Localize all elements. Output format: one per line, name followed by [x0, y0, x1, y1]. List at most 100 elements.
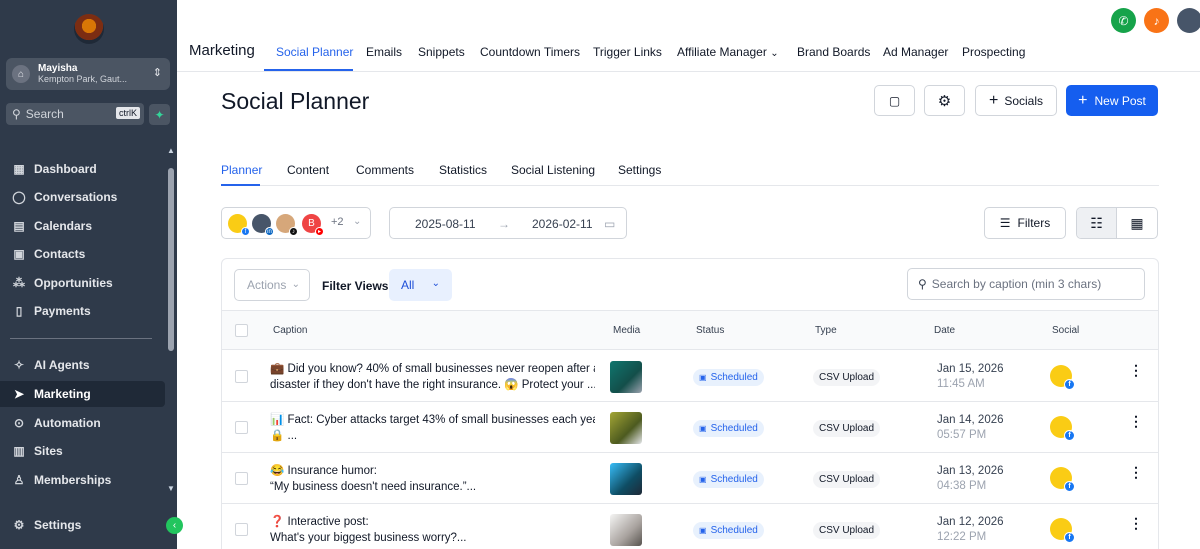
arrow-right-icon: → — [498, 217, 510, 231]
tab-snippets[interactable]: Snippets — [418, 45, 465, 59]
sidebar-item-dashboard[interactable]: ▦ Dashboard — [0, 156, 165, 182]
tab-countdown-timers[interactable]: Countdown Timers — [480, 45, 580, 59]
automation-icon: ⊙ — [13, 416, 25, 430]
sidebar-item-label: Automation — [34, 416, 101, 430]
subtab-statistics[interactable]: Statistics — [439, 163, 487, 177]
post-date: Jan 12, 2026 12:22 PM — [937, 515, 1004, 545]
payments-icon: ▯ — [15, 304, 23, 318]
caption-search-input[interactable]: ⚲ Search by caption (min 3 chars) — [907, 268, 1145, 300]
new-post-button[interactable]: + New Post — [1066, 85, 1158, 116]
sidebar-item-label: Conversations — [34, 190, 118, 204]
scroll-up-icon[interactable]: ▲ — [167, 146, 175, 155]
sidebar-item-label: Opportunities — [34, 276, 113, 290]
media-thumbnail[interactable] — [610, 412, 642, 444]
sidebar-item-settings[interactable]: ⚙ Settings — [0, 512, 165, 538]
sidebar-item-label: Settings — [34, 518, 82, 532]
sidebar-item-calendars[interactable]: ▤ Calendars — [0, 213, 165, 239]
sidebar-search-placeholder: Search — [25, 107, 64, 121]
tab-emails[interactable]: Emails — [366, 45, 402, 59]
socials-button[interactable]: + Socials — [975, 85, 1057, 116]
date-value: Jan 13, 2026 — [937, 465, 1004, 477]
post-caption: 💼 Did you know? 40% of small businesses … — [270, 361, 595, 393]
select-all-checkbox[interactable] — [235, 324, 248, 337]
tab-social-planner[interactable]: Social Planner — [276, 45, 353, 59]
sidebar-scrollbar[interactable]: ▲ ▼ — [166, 146, 176, 494]
date-start: 2025-08-11 — [415, 217, 476, 231]
table-row[interactable]: 😂 Insurance humor: “My business doesn't n… — [222, 453, 1158, 504]
filters-button[interactable]: ☰ Filters — [984, 207, 1066, 239]
sparkle-icon: ✦ — [154, 107, 165, 122]
sidebar-collapse-button[interactable]: ‹ — [166, 517, 183, 534]
linkedin-icon: in — [265, 227, 274, 236]
post-date: Jan 14, 2026 05:57 PM — [937, 413, 1004, 443]
plus-icon: + — [1078, 91, 1088, 109]
column-caption: Caption — [273, 325, 308, 336]
calendar-icon: ▣ — [699, 373, 707, 382]
active-tab-indicator — [264, 69, 353, 71]
subtab-planner[interactable]: Planner — [221, 163, 262, 177]
subtab-comments[interactable]: Comments — [356, 163, 414, 177]
plus-icon: + — [988, 91, 999, 109]
scrollbar-thumb[interactable] — [168, 168, 174, 351]
filter-views-dropdown[interactable]: All ⌄ — [389, 269, 452, 301]
tab-prospecting[interactable]: Prospecting — [962, 45, 1025, 59]
row-menu-button[interactable]: ⋮ — [1129, 465, 1143, 479]
sidebar-item-opportunities[interactable]: ⁂ Opportunities — [0, 270, 165, 296]
caption-line: 💼 Did you know? 40% of small businesses … — [270, 363, 595, 375]
row-checkbox[interactable] — [235, 523, 248, 536]
table-row[interactable]: ❓ Interactive post: What's your biggest b… — [222, 504, 1158, 549]
row-checkbox[interactable] — [235, 421, 248, 434]
active-subtab-indicator — [221, 184, 260, 186]
sidebar: ⌂ Mayisha Kempton Park, Gaut... ⇕ ⚲ Sear… — [0, 0, 177, 549]
table-row[interactable]: 💼 Did you know? 40% of small businesses … — [222, 351, 1158, 402]
account-switcher[interactable]: ⌂ Mayisha Kempton Park, Gaut... ⇕ — [6, 58, 170, 90]
caption-line: 📊 Fact: Cyber attacks target 43% of smal… — [270, 414, 595, 426]
phone-button[interactable]: ✆ — [1111, 8, 1136, 33]
row-checkbox[interactable] — [235, 472, 248, 485]
user-avatar[interactable] — [1177, 8, 1200, 33]
notifications-button[interactable]: ♪ — [1144, 8, 1169, 33]
sidebar-divider — [10, 338, 152, 339]
section-title: Marketing — [189, 42, 255, 59]
sidebar-item-payments[interactable]: ▯ Payments — [0, 298, 165, 324]
sidebar-item-sites[interactable]: ▥ Sites — [0, 438, 165, 464]
row-menu-button[interactable]: ⋮ — [1129, 363, 1143, 377]
row-menu-button[interactable]: ⋮ — [1129, 414, 1143, 428]
actions-dropdown[interactable]: Actions ⌄ — [234, 269, 310, 301]
sites-icon: ▥ — [13, 444, 25, 458]
row-checkbox[interactable] — [235, 370, 248, 383]
media-thumbnail[interactable] — [610, 361, 642, 393]
media-thumbnail[interactable] — [610, 463, 642, 495]
tab-trigger-links[interactable]: Trigger Links — [593, 45, 662, 59]
sidebar-search[interactable]: ⚲ Search ctrlK — [6, 103, 144, 125]
sidebar-item-conversations[interactable]: ◯ Conversations — [0, 184, 165, 210]
chevron-down-icon: ⌄ — [431, 278, 440, 289]
media-thumbnail[interactable] — [610, 514, 642, 546]
subtab-settings[interactable]: Settings — [618, 163, 661, 177]
tab-affiliate-manager[interactable]: Affiliate Manager ⌄ — [677, 45, 779, 59]
table-row[interactable]: 📊 Fact: Cyber attacks target 43% of smal… — [222, 402, 1158, 453]
subtab-content[interactable]: Content — [287, 163, 329, 177]
list-view-button[interactable]: ☷ — [1077, 208, 1118, 238]
settings-button[interactable]: ⚙ — [924, 85, 965, 116]
sidebar-item-marketing[interactable]: ➤ Marketing — [0, 381, 165, 407]
scroll-down-icon[interactable]: ▼ — [167, 484, 175, 493]
sidebar-item-memberships[interactable]: ♙ Memberships — [0, 467, 165, 493]
marketing-topnav: Marketing Social Planner Emails Snippets… — [177, 36, 1200, 72]
caption-line: 😂 Insurance humor: — [270, 465, 378, 477]
date-range-picker[interactable]: 2025-08-11 → 2026-02-11 ▭ — [389, 207, 627, 239]
tab-ad-manager[interactable]: Ad Manager — [883, 45, 948, 59]
feedback-button[interactable]: ▢ — [874, 85, 915, 116]
sidebar-item-ai-agents[interactable]: ✧ AI Agents — [0, 352, 165, 378]
ai-sparkle-button[interactable]: ✦ — [149, 104, 170, 125]
subtab-social-listening[interactable]: Social Listening — [511, 163, 595, 177]
calendar-view-button[interactable]: ▦ — [1117, 208, 1157, 238]
new-post-label: New Post — [1094, 93, 1146, 108]
grid-icon: ▦ — [13, 162, 25, 176]
type-badge: CSV Upload — [813, 420, 881, 437]
sidebar-item-automation[interactable]: ⊙ Automation — [0, 410, 165, 436]
row-menu-button[interactable]: ⋮ — [1129, 516, 1143, 530]
social-accounts-selector[interactable]: f in ♪ B ▸ +2 ⌄ — [221, 207, 371, 239]
tab-brand-boards[interactable]: Brand Boards — [797, 45, 870, 59]
sidebar-item-contacts[interactable]: ▣ Contacts — [0, 241, 165, 267]
